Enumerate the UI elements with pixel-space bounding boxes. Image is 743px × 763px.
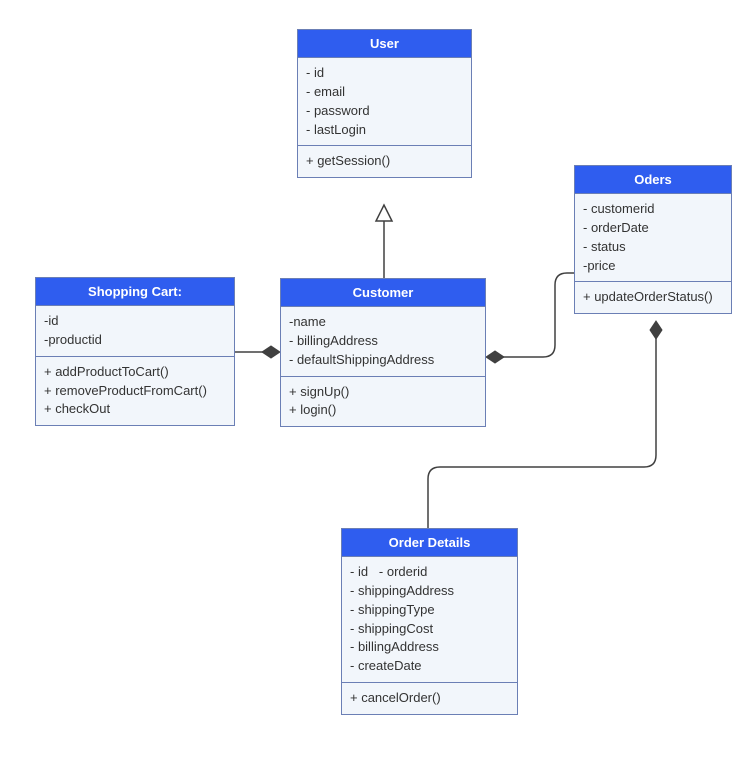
attr-row: - customerid [583, 200, 723, 219]
attr-row: - shippingType [350, 601, 509, 620]
class-customer-attributes: -name - billingAddress - defaultShipping… [281, 307, 485, 377]
attr-row: - lastLogin [306, 121, 463, 140]
attr-row: - email [306, 83, 463, 102]
attr-row: - id [306, 64, 463, 83]
class-user-title: User [298, 30, 471, 58]
class-customer-title: Customer [281, 279, 485, 307]
class-order-details: Order Details - id - orderid - shippingA… [341, 528, 518, 715]
class-shopping-cart-title: Shopping Cart: [36, 278, 234, 306]
attr-row: - shippingCost [350, 620, 509, 639]
method-row: + checkOut [44, 400, 226, 419]
method-row: + login() [289, 401, 477, 420]
edge-oders-orderdetails-diamond [650, 321, 662, 339]
attr-row: - shippingAddress [350, 582, 509, 601]
attr-row: - id - orderid [350, 563, 509, 582]
edge-customer-oders-diamond [486, 351, 504, 363]
method-row: + cancelOrder() [350, 689, 509, 708]
class-oders-title: Oders [575, 166, 731, 194]
class-shopping-cart-methods: + addProductToCart() + removeProductFrom… [36, 357, 234, 426]
class-oders-methods: + updateOrderStatus() [575, 282, 731, 313]
method-row: + removeProductFromCart() [44, 382, 226, 401]
attr-row: -id [44, 312, 226, 331]
attr-row: -productid [44, 331, 226, 350]
edge-customer-user-arrow [376, 205, 392, 221]
class-customer: Customer -name - billingAddress - defaul… [280, 278, 486, 427]
attr-row: -price [583, 257, 723, 276]
attr-row: - defaultShippingAddress [289, 351, 477, 370]
attr-row: - password [306, 102, 463, 121]
class-user-methods: + getSession() [298, 146, 471, 177]
edge-customer-oders [503, 273, 574, 357]
class-order-details-title: Order Details [342, 529, 517, 557]
uml-class-diagram: User - id - email - password - lastLogin… [0, 0, 743, 763]
class-shopping-cart: Shopping Cart: -id -productid + addProdu… [35, 277, 235, 426]
class-oders: Oders - customerid - orderDate - status … [574, 165, 732, 314]
attr-row: - orderDate [583, 219, 723, 238]
method-row: + signUp() [289, 383, 477, 402]
class-customer-methods: + signUp() + login() [281, 377, 485, 427]
class-oders-attributes: - customerid - orderDate - status -price [575, 194, 731, 282]
attr-row: -name [289, 313, 477, 332]
method-row: + updateOrderStatus() [583, 288, 723, 307]
method-row: + getSession() [306, 152, 463, 171]
attr-row: - createDate [350, 657, 509, 676]
attr-row: - billingAddress [350, 638, 509, 657]
method-row: + addProductToCart() [44, 363, 226, 382]
edge-customer-cart-diamond [262, 346, 280, 358]
attr-row: - status [583, 238, 723, 257]
class-user-attributes: - id - email - password - lastLogin [298, 58, 471, 146]
attr-row: - billingAddress [289, 332, 477, 351]
class-user: User - id - email - password - lastLogin… [297, 29, 472, 178]
class-order-details-methods: + cancelOrder() [342, 683, 517, 714]
class-order-details-attributes: - id - orderid - shippingAddress - shipp… [342, 557, 517, 683]
class-shopping-cart-attributes: -id -productid [36, 306, 234, 357]
